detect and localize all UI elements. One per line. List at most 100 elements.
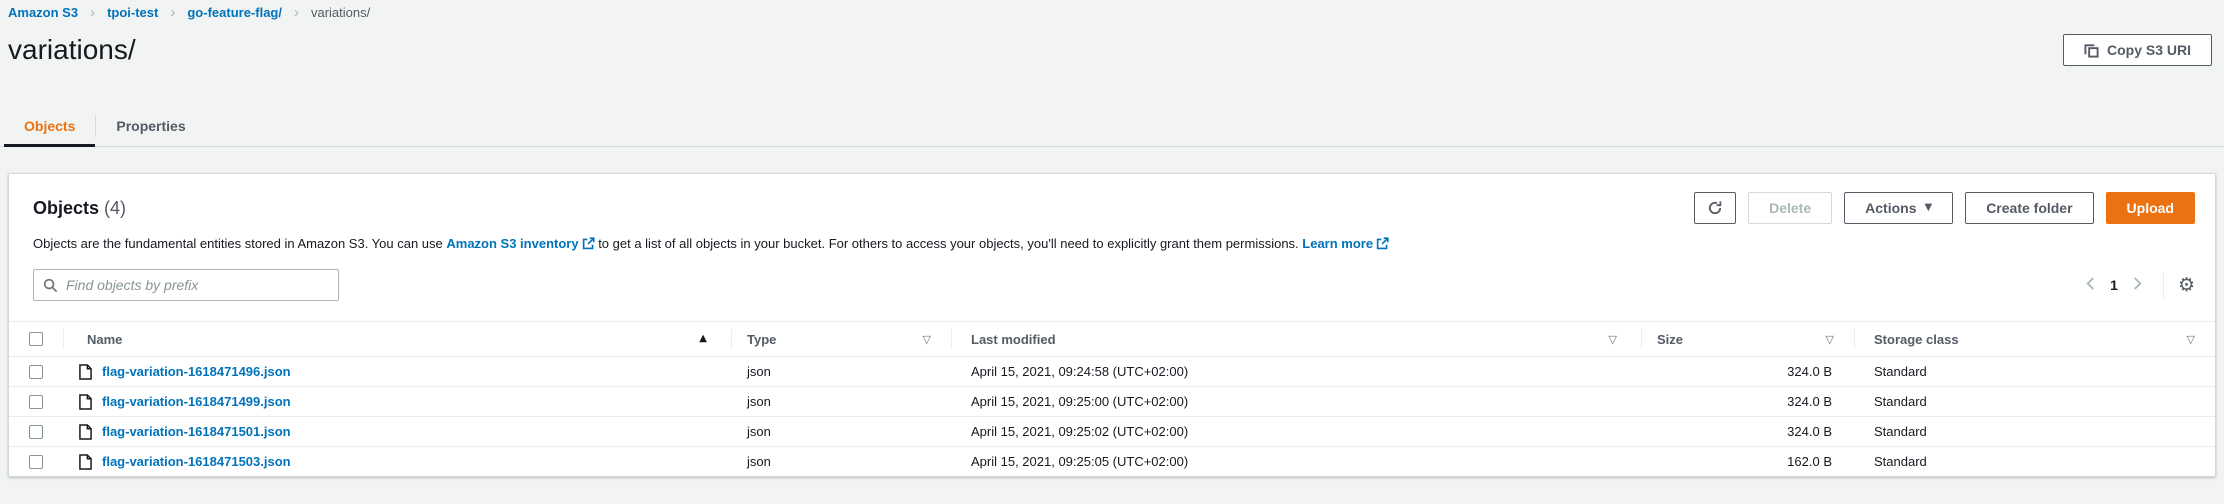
breadcrumb-link-amazon-s3[interactable]: Amazon S3 (8, 5, 78, 20)
learn-more-link[interactable]: Learn more (1302, 236, 1373, 251)
refresh-icon (1707, 200, 1723, 216)
page-title: variations/ (8, 34, 136, 66)
column-header-last-modified[interactable]: Last modified ▽ (951, 322, 1641, 356)
object-storage-class: Standard (1854, 387, 2215, 416)
breadcrumb-link-bucket[interactable]: tpoi-test (107, 5, 158, 20)
tab-bar: Objects Properties (0, 105, 2224, 147)
table-row: flag-variation-1618471499.json json Apri… (9, 386, 2215, 416)
external-link-icon (582, 237, 595, 253)
breadcrumb-separator-icon: › (90, 5, 95, 20)
chevron-right-icon (2132, 276, 2143, 294)
table-row: flag-variation-1618471496.json json Apri… (9, 356, 2215, 386)
object-type: json (731, 357, 951, 386)
objects-table: Name ▲ Type ▽ Last modified ▽ Size ▽ Sto… (9, 321, 2215, 476)
breadcrumb-separator-icon: › (170, 5, 175, 20)
file-icon (79, 454, 92, 470)
preferences-button[interactable]: ⚙ (2178, 276, 2195, 295)
pagination: 1 ⚙ (2081, 272, 2195, 298)
search-icon (43, 278, 58, 293)
object-name-link[interactable]: flag-variation-1618471496.json (102, 364, 291, 379)
panel-description: Objects are the fundamental entities sto… (33, 236, 2191, 253)
object-name-link[interactable]: flag-variation-1618471499.json (102, 394, 291, 409)
breadcrumb-link-folder[interactable]: go-feature-flag/ (187, 5, 282, 20)
panel-title-text: Objects (33, 198, 99, 218)
inventory-link[interactable]: Amazon S3 inventory (446, 236, 578, 251)
object-last-modified: April 15, 2021, 09:25:00 (UTC+02:00) (951, 387, 1641, 416)
file-icon (79, 364, 92, 380)
column-label: Type (747, 332, 776, 347)
tab-properties-label: Properties (116, 118, 185, 134)
tab-objects-label: Objects (24, 118, 75, 134)
file-icon (79, 424, 92, 440)
row-checkbox[interactable] (29, 395, 43, 409)
refresh-button[interactable] (1694, 192, 1736, 224)
file-icon (79, 394, 92, 410)
chevron-left-icon (2085, 276, 2096, 294)
caret-down-icon: ▼ (1924, 203, 1932, 213)
pagination-divider (2163, 272, 2164, 298)
objects-panel: Objects (4) Delete Actions ▼ Create fold… (8, 173, 2216, 477)
object-storage-class: Standard (1854, 417, 2215, 446)
sortable-icon: ▽ (2187, 334, 2195, 345)
column-header-type[interactable]: Type ▽ (731, 322, 951, 356)
object-size: 324.0 B (1641, 387, 1854, 416)
object-type: json (731, 417, 951, 446)
description-text: to get a list of all objects in your buc… (595, 236, 1303, 251)
tab-properties[interactable]: Properties (96, 105, 205, 146)
sortable-icon: ▽ (1609, 334, 1617, 345)
create-folder-button[interactable]: Create folder (1965, 192, 2093, 224)
object-storage-class: Standard (1854, 447, 2215, 476)
object-last-modified: April 15, 2021, 09:25:02 (UTC+02:00) (951, 417, 1641, 446)
object-name-link[interactable]: flag-variation-1618471503.json (102, 454, 291, 469)
object-size: 162.0 B (1641, 447, 1854, 476)
column-header-storage-class[interactable]: Storage class ▽ (1854, 322, 2215, 356)
external-link-icon (1376, 237, 1389, 253)
column-header-name[interactable]: Name ▲ (63, 322, 731, 356)
column-header-size[interactable]: Size ▽ (1641, 322, 1854, 356)
column-label: Size (1657, 332, 1683, 347)
select-all-checkbox[interactable] (29, 332, 43, 346)
row-checkbox[interactable] (29, 365, 43, 379)
search-box[interactable] (33, 269, 339, 301)
table-row: flag-variation-1618471503.json json Apri… (9, 446, 2215, 476)
column-label: Storage class (1874, 332, 1959, 347)
object-type: json (731, 447, 951, 476)
page-number[interactable]: 1 (2100, 277, 2128, 293)
row-checkbox[interactable] (29, 455, 43, 469)
upload-button[interactable]: Upload (2106, 192, 2195, 224)
sortable-icon: ▽ (1826, 334, 1834, 345)
copy-s3-uri-label: Copy S3 URI (2107, 42, 2191, 58)
object-storage-class: Standard (1854, 357, 2215, 386)
breadcrumb: Amazon S3 › tpoi-test › go-feature-flag/… (0, 0, 2224, 20)
search-input[interactable] (66, 277, 329, 293)
panel-header: Objects (4) Delete Actions ▼ Create fold… (9, 192, 2215, 224)
toolbar: Delete Actions ▼ Create folder Upload (1694, 192, 2195, 224)
object-count: (4) (104, 198, 126, 218)
column-label: Name (87, 332, 122, 347)
tab-objects[interactable]: Objects (4, 105, 95, 146)
table-header-row: Name ▲ Type ▽ Last modified ▽ Size ▽ Sto… (9, 322, 2215, 356)
object-last-modified: April 15, 2021, 09:24:58 (UTC+02:00) (951, 357, 1641, 386)
next-page-button[interactable] (2128, 272, 2147, 298)
copy-icon (2084, 43, 2099, 58)
object-name-link[interactable]: flag-variation-1618471501.json (102, 424, 291, 439)
previous-page-button[interactable] (2081, 272, 2100, 298)
actions-label: Actions (1865, 200, 1916, 216)
row-checkbox[interactable] (29, 425, 43, 439)
object-type: json (731, 387, 951, 416)
delete-button[interactable]: Delete (1748, 192, 1832, 224)
gear-icon: ⚙ (2178, 274, 2195, 296)
table-row: flag-variation-1618471501.json json Apri… (9, 416, 2215, 446)
actions-button[interactable]: Actions ▼ (1844, 192, 1953, 224)
object-size: 324.0 B (1641, 417, 1854, 446)
table-body: flag-variation-1618471496.json json Apri… (9, 356, 2215, 476)
breadcrumb-current: variations/ (311, 5, 370, 20)
sortable-icon: ▽ (923, 334, 931, 345)
copy-s3-uri-button[interactable]: Copy S3 URI (2063, 34, 2212, 66)
object-last-modified: April 15, 2021, 09:25:05 (UTC+02:00) (951, 447, 1641, 476)
sort-ascending-icon: ▲ (699, 334, 707, 344)
s3-console-page: Amazon S3 › tpoi-test › go-feature-flag/… (0, 0, 2224, 504)
object-size: 324.0 B (1641, 357, 1854, 386)
description-text: Objects are the fundamental entities sto… (33, 236, 446, 251)
page-header: variations/ Copy S3 URI (0, 34, 2224, 66)
